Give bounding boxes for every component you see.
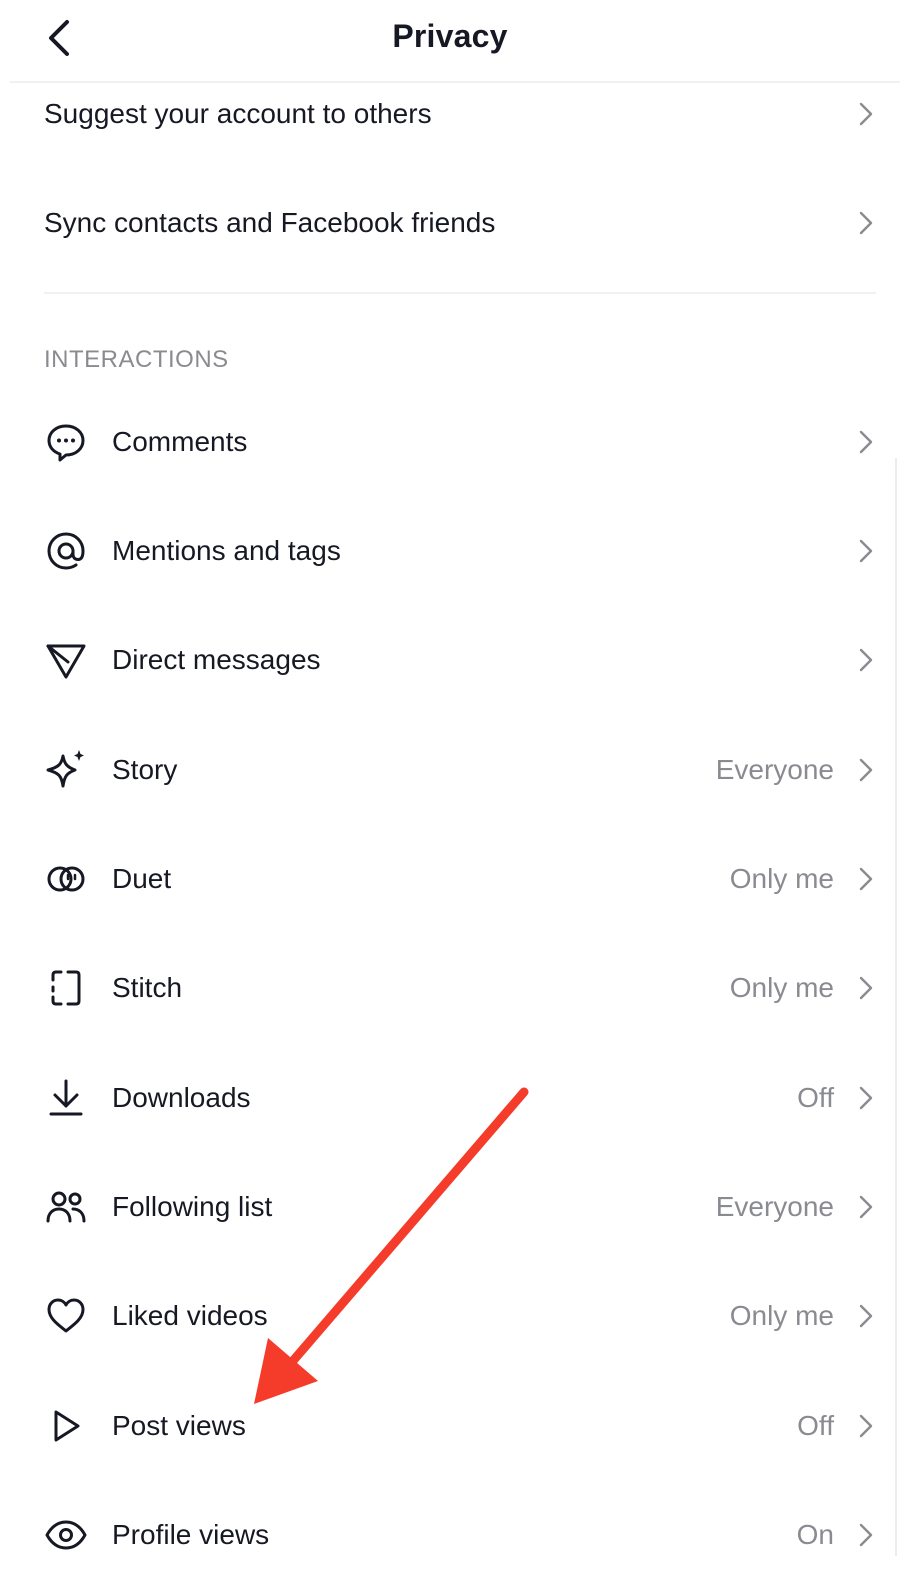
duet-value: Only me xyxy=(729,862,834,894)
eye-icon xyxy=(45,1520,87,1549)
post-views-label: Post views xyxy=(112,1409,246,1441)
send-icon xyxy=(46,644,86,678)
chevron-right-icon xyxy=(859,1086,873,1109)
story-label: Story xyxy=(112,753,178,785)
chevron-right-icon xyxy=(859,430,873,453)
chevron-right-icon xyxy=(859,539,873,562)
story-row[interactable]: Story Everyone xyxy=(0,715,900,824)
mentions-tags-row[interactable]: Mentions and tags xyxy=(0,496,900,605)
chevron-right-icon xyxy=(859,758,873,781)
sparkle-icon xyxy=(46,749,84,787)
direct-messages-row[interactable]: Direct messages xyxy=(0,605,900,714)
comment-bubble-icon xyxy=(47,424,85,461)
page-title: Privacy xyxy=(392,18,508,54)
profile-views-label: Profile views xyxy=(112,1518,270,1550)
duet-label: Duet xyxy=(112,862,172,894)
duet-row[interactable]: Duet Only me xyxy=(0,824,900,933)
sync-contacts-row[interactable]: Sync contacts and Facebook friends xyxy=(0,168,900,277)
downloads-row[interactable]: Downloads Off xyxy=(0,1043,900,1152)
users-icon xyxy=(46,1191,86,1222)
chevron-right-icon xyxy=(859,1523,873,1546)
at-sign-icon xyxy=(47,531,85,570)
mentions-tags-label: Mentions and tags xyxy=(112,534,341,566)
post-views-value: Off xyxy=(797,1409,834,1441)
chevron-right-icon xyxy=(859,1195,873,1218)
chevron-right-icon xyxy=(859,867,873,890)
chevron-right-icon xyxy=(859,1304,873,1327)
profile-views-row[interactable]: Profile views On xyxy=(0,1480,900,1589)
stitch-value: Only me xyxy=(729,971,834,1003)
chevron-right-icon xyxy=(859,102,873,125)
suggest-account-row[interactable]: Suggest your account to others xyxy=(0,59,900,168)
post-views-row[interactable]: Post views Off xyxy=(0,1371,900,1480)
comments-row[interactable]: Comments xyxy=(0,387,900,496)
section-divider xyxy=(44,292,876,294)
stitch-label: Stitch xyxy=(112,971,183,1003)
play-icon xyxy=(54,1410,80,1441)
downloads-value: Off xyxy=(797,1081,834,1113)
section-title-interactions: INTERACTIONS xyxy=(44,346,229,373)
direct-messages-label: Direct messages xyxy=(112,643,321,675)
liked-videos-row[interactable]: Liked videos Only me xyxy=(0,1261,900,1370)
downloads-label: Downloads xyxy=(112,1081,251,1113)
liked-videos-label: Liked videos xyxy=(112,1299,268,1331)
comments-label: Comments xyxy=(112,425,248,457)
chevron-right-icon xyxy=(859,211,873,234)
heart-icon xyxy=(47,1298,85,1332)
chevron-right-icon xyxy=(859,648,873,671)
scrollbar-track xyxy=(895,458,897,1556)
download-icon xyxy=(49,1079,83,1115)
following-list-value: Everyone xyxy=(715,1190,834,1222)
liked-videos-value: Only me xyxy=(729,1299,834,1331)
following-list-label: Following list xyxy=(112,1190,273,1222)
stitch-icon xyxy=(51,970,81,1005)
following-list-row[interactable]: Following list Everyone xyxy=(0,1152,900,1261)
duet-icon xyxy=(47,866,85,891)
chevron-right-icon xyxy=(859,976,873,999)
chevron-right-icon xyxy=(859,1414,873,1437)
stitch-row[interactable]: Stitch Only me xyxy=(0,933,900,1042)
sync-contacts-label: Sync contacts and Facebook friends xyxy=(44,206,496,238)
suggest-account-label: Suggest your account to others xyxy=(44,97,432,129)
profile-views-value: On xyxy=(796,1518,834,1550)
story-value: Everyone xyxy=(715,753,834,785)
